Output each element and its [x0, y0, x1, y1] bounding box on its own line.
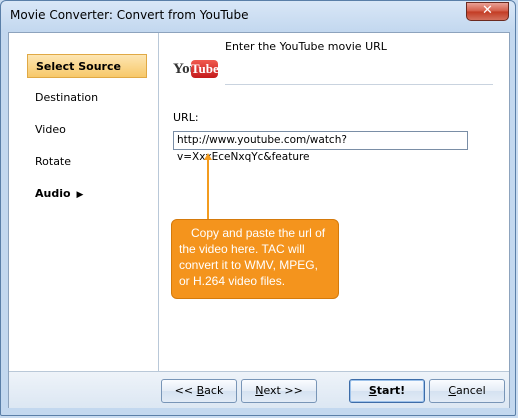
callout-line: Copy and paste the url of: [191, 226, 326, 240]
cancel-button[interactable]: Cancel: [429, 379, 505, 403]
sidebar: Select Source Destination Video Rotate A…: [9, 33, 159, 371]
sidebar-item-label: Video: [35, 123, 66, 136]
back-button[interactable]: << Back: [161, 379, 237, 403]
sidebar-item-destination[interactable]: Destination: [27, 86, 147, 110]
chevron-right-icon: ▶: [76, 190, 84, 200]
cancel-button-mnemonic: C: [448, 384, 457, 397]
back-button-label: ack: [204, 384, 224, 397]
sidebar-item-label: Rotate: [35, 155, 72, 168]
sidebar-item-rotate[interactable]: Rotate: [27, 150, 147, 174]
sidebar-item-label: Audio: [35, 187, 71, 200]
button-bar: << Back Next >> Start! Cancel: [9, 371, 509, 408]
cancel-button-label: ancel: [456, 384, 486, 397]
dialog-client-area: Select Source Destination Video Rotate A…: [8, 32, 510, 408]
heading-divider: [225, 84, 493, 85]
instruction-callout: Copy and paste the url of the video here…: [171, 219, 339, 299]
youtube-logo: You Tube: [173, 59, 219, 81]
title-bar[interactable]: Movie Converter: Convert from YouTube ✕: [1, 1, 515, 31]
start-button-mnemonic: S: [368, 384, 377, 397]
callout-line: convert it to WMV, MPEG,: [179, 258, 318, 272]
callout-line: or H.264 video files.: [179, 274, 286, 288]
page-heading: Enter the YouTube movie URL: [225, 40, 387, 53]
callout-line: the video here. TAC will: [179, 242, 305, 256]
close-icon: ✕: [482, 3, 493, 18]
start-button[interactable]: Start!: [349, 379, 425, 403]
callout-arrow-shaft: [207, 159, 209, 219]
close-button[interactable]: ✕: [466, 2, 509, 21]
url-label: URL:: [173, 111, 199, 124]
sidebar-item-label: Select Source: [36, 60, 121, 73]
youtube-logo-tube: Tube: [191, 60, 219, 78]
window-title: Movie Converter: Convert from YouTube: [10, 8, 249, 22]
sidebar-item-audio[interactable]: Audio ▶: [27, 182, 147, 206]
sidebar-item-select-source[interactable]: Select Source: [27, 54, 147, 78]
back-button-prefix: <<: [174, 384, 197, 397]
main-content: Enter the YouTube movie URL You Tube URL…: [159, 33, 509, 371]
next-button[interactable]: Next >>: [241, 379, 317, 403]
sidebar-item-video[interactable]: Video: [27, 118, 147, 142]
sidebar-item-label: Destination: [35, 91, 99, 104]
start-button-label: tart!: [376, 384, 406, 397]
next-button-label: ext >>: [263, 384, 303, 397]
movie-converter-window: Movie Converter: Convert from YouTube ✕ …: [0, 0, 516, 416]
url-input[interactable]: http://www.youtube.com/watch?v=XxxEceNxq…: [173, 131, 468, 163]
